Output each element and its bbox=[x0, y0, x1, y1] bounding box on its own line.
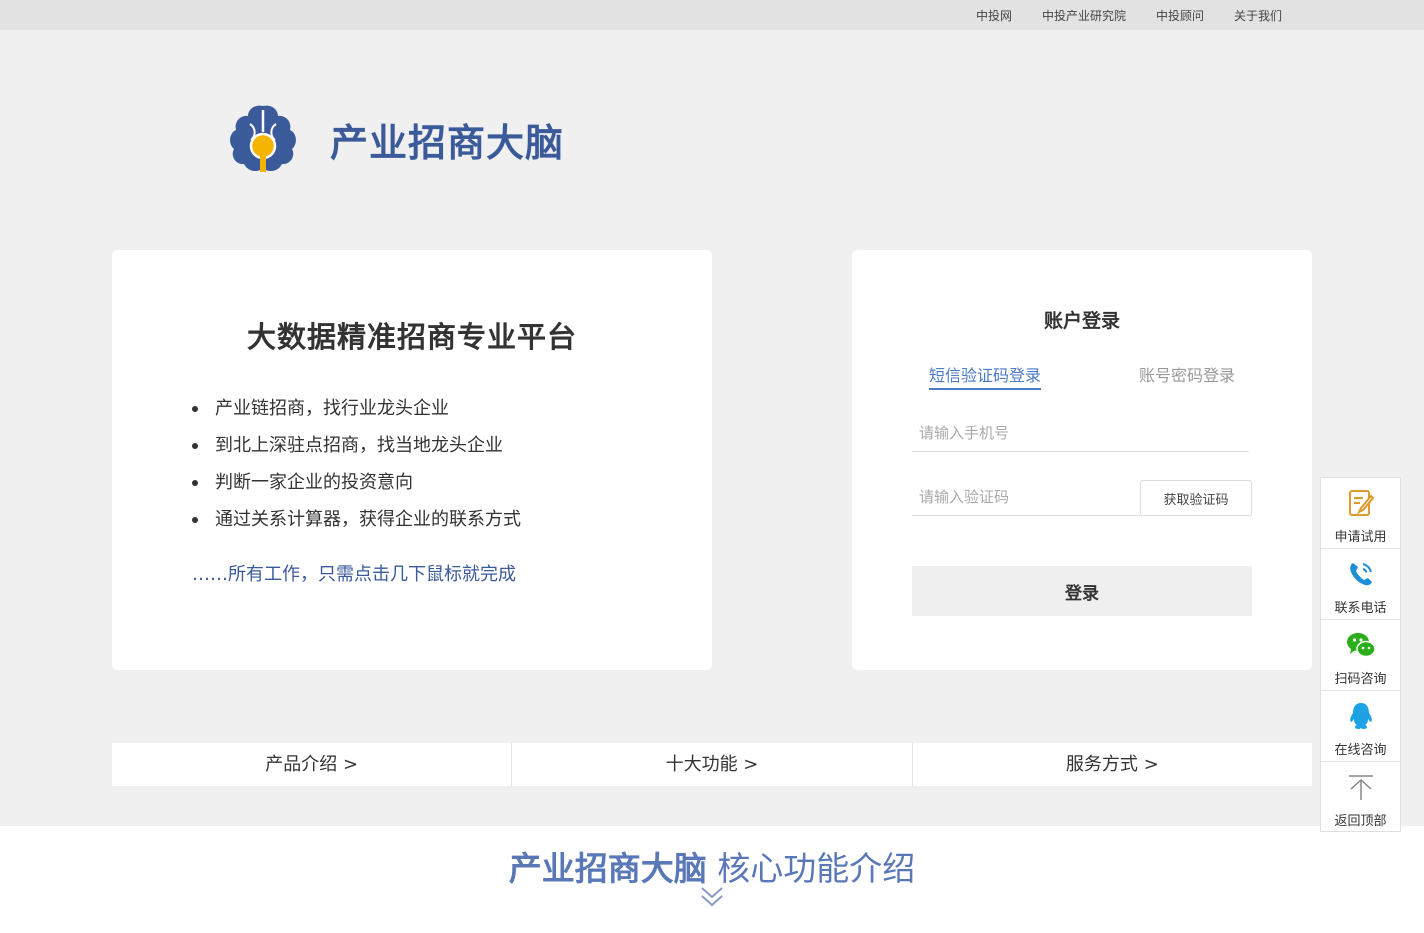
top-link-consultant[interactable]: 中投顾问 bbox=[1156, 7, 1204, 24]
sidebar-item-label: 联系电话 bbox=[1334, 601, 1387, 616]
login-button[interactable]: 登录 bbox=[912, 566, 1252, 616]
section-title: 产业招商大脑 核心功能介绍 bbox=[0, 842, 1424, 890]
verification-code-input[interactable] bbox=[912, 478, 1140, 516]
feature-item: 产业链招商，找行业龙头企业 bbox=[190, 390, 521, 427]
top-link-about[interactable]: 关于我们 bbox=[1234, 7, 1282, 24]
feature-item: 到北上深驻点招商，找当地龙头企业 bbox=[190, 427, 521, 464]
login-title: 账户登录 bbox=[1043, 310, 1120, 332]
sidebar-item-label: 返回顶部 bbox=[1334, 814, 1387, 829]
tab-password-login[interactable]: 账号密码登录 bbox=[1139, 362, 1235, 388]
section-title-strong: 产业招商大脑 bbox=[508, 849, 707, 888]
top-link-research[interactable]: 中投产业研究院 bbox=[1042, 7, 1126, 24]
get-code-button[interactable]: 获取验证码 bbox=[1140, 480, 1252, 516]
sidebar-item-label: 申请试用 bbox=[1334, 530, 1387, 545]
site-logo[interactable]: 产业招商大脑 bbox=[226, 102, 564, 176]
section-nav: 产品介绍 > 十大功能 > 服务方式 > bbox=[112, 743, 1312, 786]
sidebar-back-to-top[interactable]: 返回顶部 bbox=[1321, 762, 1400, 833]
top-link-zhongtou[interactable]: 中投网 bbox=[976, 7, 1012, 24]
nav-service-mode[interactable]: 服务方式 > bbox=[912, 743, 1312, 786]
logo-text: 产业招商大脑 bbox=[330, 120, 565, 165]
login-card: 账户登录 短信验证码登录 账号密码登录 获取验证码 登录 bbox=[852, 250, 1312, 670]
sidebar-scan-consult[interactable]: 扫码咨询 bbox=[1321, 620, 1400, 691]
sidebar-online-consult[interactable]: 在线咨询 bbox=[1321, 691, 1400, 762]
tab-sms-login[interactable]: 短信验证码登录 bbox=[929, 362, 1042, 390]
sidebar-item-label: 扫码咨询 bbox=[1334, 672, 1387, 687]
brain-logo-icon bbox=[230, 105, 296, 172]
core-features-section: 产业招商大脑 核心功能介绍 bbox=[0, 826, 1424, 933]
back-to-top-icon bbox=[1349, 775, 1373, 800]
sidebar-apply-trial[interactable]: 申请试用 bbox=[1321, 478, 1400, 549]
feature-item: 通过关系计算器，获得企业的联系方式 bbox=[190, 501, 521, 538]
floating-sidebar: 申请试用 联系电话 扫码咨询 在线咨询 返回顶部 bbox=[1320, 477, 1401, 832]
qq-icon bbox=[1350, 703, 1372, 729]
nav-ten-features[interactable]: 十大功能 > bbox=[512, 743, 913, 786]
top-links: 中投网 中投产业研究院 中投顾问 关于我们 bbox=[946, 0, 1282, 30]
feature-item: 判断一家企业的投资意向 bbox=[190, 464, 521, 501]
section-title-rest: 核心功能介绍 bbox=[706, 849, 916, 888]
top-bar: 中投网 中投产业研究院 中投顾问 关于我们 bbox=[0, 0, 1424, 30]
sidebar-item-label: 在线咨询 bbox=[1334, 743, 1387, 758]
phone-input[interactable] bbox=[912, 414, 1249, 452]
phone-icon bbox=[1350, 563, 1372, 586]
edit-icon bbox=[1349, 490, 1375, 516]
chevron-down-icon[interactable] bbox=[700, 886, 724, 908]
feature-list: 产业链招商，找行业龙头企业 到北上深驻点招商，找当地龙头企业 判断一家企业的投资… bbox=[190, 390, 521, 538]
sidebar-contact-phone[interactable]: 联系电话 bbox=[1321, 549, 1400, 620]
intro-card: 大数据精准招商专业平台 产业链招商，找行业龙头企业 到北上深驻点招商，找当地龙头… bbox=[112, 250, 712, 670]
wechat-icon bbox=[1347, 633, 1376, 658]
intro-title: 大数据精准招商专业平台 bbox=[246, 320, 577, 354]
nav-product-intro[interactable]: 产品介绍 > bbox=[112, 743, 513, 786]
intro-tagline: ……所有工作，只需点击几下鼠标就完成 bbox=[192, 564, 516, 585]
